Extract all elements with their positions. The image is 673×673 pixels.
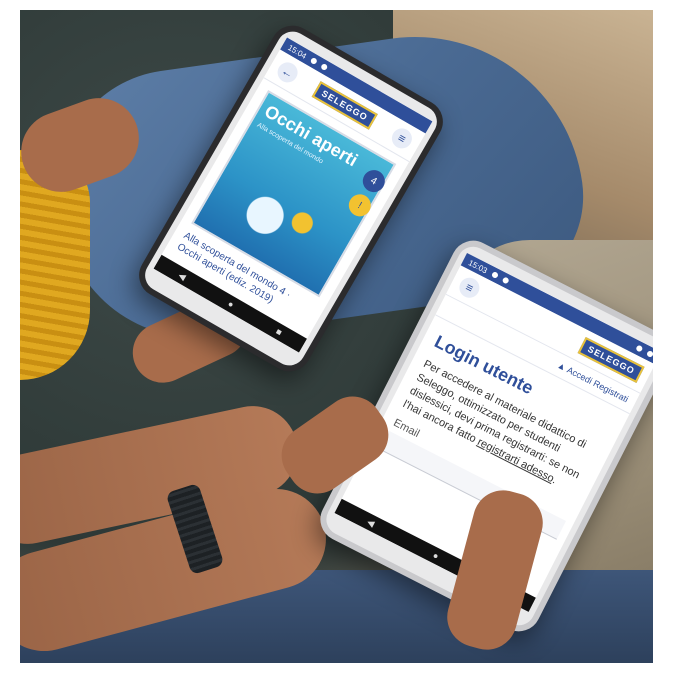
home-icon[interactable]: ●: [226, 298, 236, 309]
notification-icon: [490, 270, 500, 280]
back-icon[interactable]: ◀: [365, 516, 377, 529]
settings-icon: [501, 276, 510, 285]
menu-button[interactable]: ≡: [388, 124, 416, 153]
home-icon[interactable]: ●: [431, 550, 440, 561]
menu-button[interactable]: ≡: [455, 274, 483, 302]
back-icon[interactable]: ◀: [176, 269, 188, 282]
badge-number: 4: [368, 174, 379, 188]
back-button[interactable]: ←: [273, 58, 302, 87]
notification-icon: [309, 56, 318, 66]
photo-scene: 15:04 ← SELEGGO ≡ Occhi aperti Alla scop…: [20, 10, 653, 663]
wifi-icon: [635, 344, 644, 353]
recent-icon[interactable]: ■: [274, 326, 284, 337]
settings-icon: [320, 62, 329, 72]
battery-icon: [645, 349, 653, 359]
